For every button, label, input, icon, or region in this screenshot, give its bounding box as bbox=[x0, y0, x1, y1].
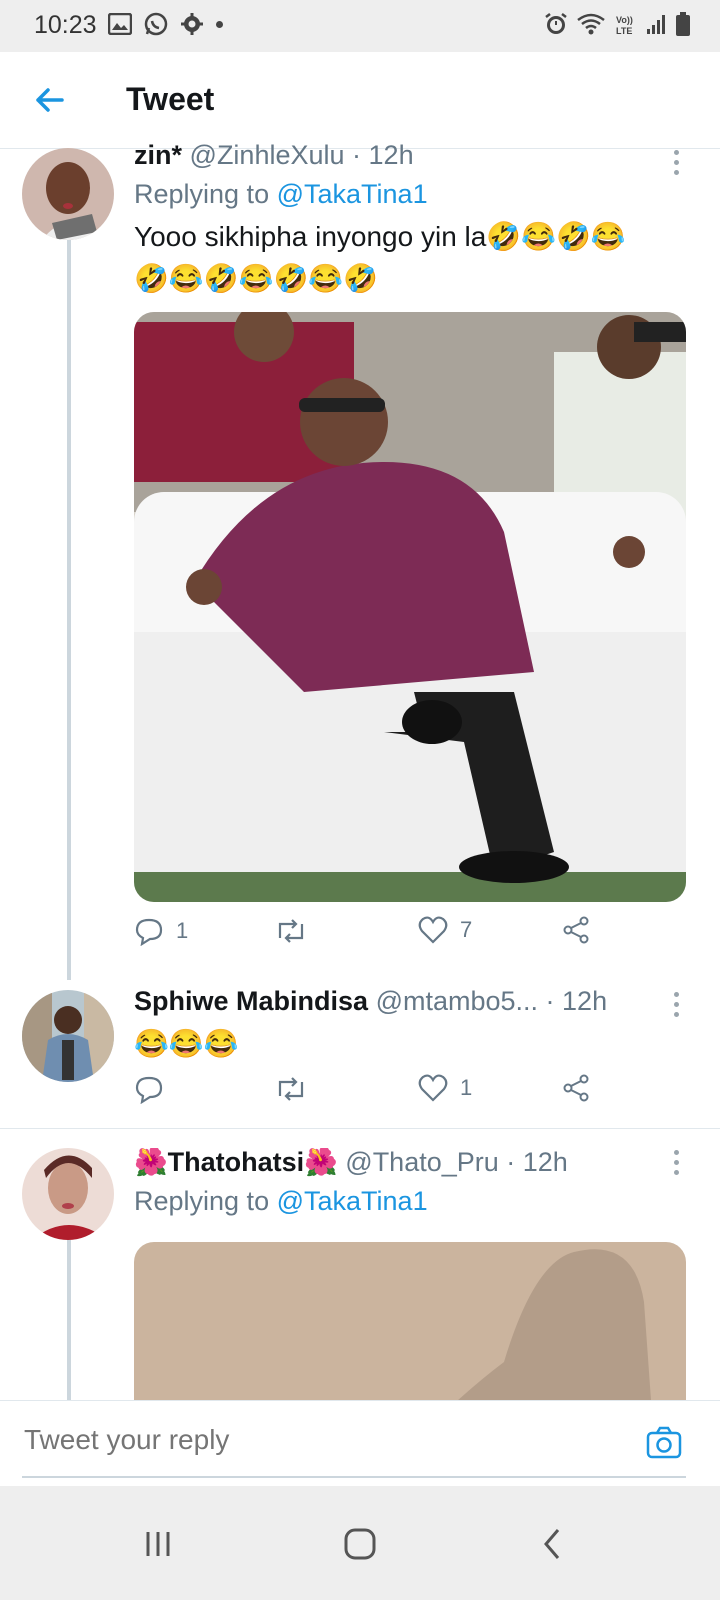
back-arrow-icon[interactable] bbox=[28, 78, 72, 122]
share-icon[interactable] bbox=[562, 916, 590, 944]
tweet-divider bbox=[0, 1128, 720, 1129]
reply-action[interactable] bbox=[134, 1074, 176, 1104]
tweet-text: 😂😂😂 bbox=[134, 1023, 700, 1065]
like-count: 1 bbox=[460, 1075, 473, 1100]
avatar[interactable] bbox=[22, 148, 114, 240]
tweet[interactable]: zin* @ZinhleXulu · 12h Replying to @Taka… bbox=[0, 140, 720, 980]
wifi-icon bbox=[577, 13, 605, 35]
svg-text:Vo)): Vo)) bbox=[616, 15, 633, 25]
tweet[interactable]: Sphiwe Mabindisa @mtambo5... · 12h 😂😂😂 1 bbox=[0, 986, 720, 1125]
gallery-icon bbox=[108, 13, 132, 35]
tweet-time: · 12h bbox=[545, 986, 608, 1016]
user-handle[interactable]: @mtambo5... bbox=[376, 986, 538, 1016]
tweet-time: · 12h bbox=[506, 1148, 568, 1177]
like-action[interactable]: 1 bbox=[418, 1074, 472, 1102]
tweet-actions: 1 bbox=[134, 1074, 654, 1114]
tweet-header: Sphiwe Mabindisa @mtambo5... · 12h bbox=[134, 986, 700, 1017]
recent-apps-icon[interactable] bbox=[136, 1522, 180, 1566]
tweet-text-line: Yooo sikhipha inyongo yin la🤣😂🤣😂 bbox=[134, 221, 626, 252]
tweet[interactable]: 🌺Thatohatsi🌺 @Thato_Pru · 12h Replying t… bbox=[0, 1148, 720, 1400]
home-icon[interactable] bbox=[338, 1522, 382, 1566]
reply-input-underline bbox=[22, 1476, 686, 1478]
system-nav-bar bbox=[0, 1486, 720, 1600]
display-name-text: Thatohatsi bbox=[167, 1148, 305, 1177]
display-name[interactable]: 🌺Thatohatsi🌺 bbox=[134, 1148, 338, 1177]
like-count: 7 bbox=[460, 917, 473, 942]
user-handle[interactable]: @ZinhleXulu bbox=[190, 140, 345, 170]
tweet-time: · 12h bbox=[352, 140, 414, 170]
tweet-text-line: 😂😂😂 bbox=[134, 1028, 239, 1059]
tweet-reply-input[interactable] bbox=[22, 1423, 586, 1457]
whatsapp-icon bbox=[144, 12, 168, 36]
reply-count: 1 bbox=[176, 918, 189, 943]
settings-icon bbox=[181, 13, 203, 35]
reply-icon[interactable] bbox=[134, 1074, 164, 1104]
display-name[interactable]: Sphiwe Mabindisa bbox=[134, 986, 368, 1016]
svg-text:LTE: LTE bbox=[616, 26, 632, 36]
status-bar: 10:23 Vo)) LTE bbox=[0, 0, 720, 52]
page-title: Tweet bbox=[126, 81, 215, 117]
reply-icon[interactable] bbox=[134, 916, 164, 946]
tweet-actions: 1 7 bbox=[134, 916, 654, 956]
thread-line bbox=[67, 240, 71, 980]
like-action[interactable]: 7 bbox=[418, 916, 472, 944]
tweet-text-line: 🤣😂🤣😂🤣😂🤣 bbox=[134, 263, 379, 294]
mention-link[interactable]: @TakaTina1 bbox=[277, 1186, 428, 1216]
reply-action[interactable]: 1 bbox=[134, 916, 188, 946]
retweet-action[interactable] bbox=[274, 916, 320, 946]
heart-icon[interactable] bbox=[418, 916, 448, 944]
tweet-text: Yooo sikhipha inyongo yin la🤣😂🤣😂 🤣😂🤣😂🤣😂🤣 bbox=[134, 216, 700, 300]
retweet-icon[interactable] bbox=[274, 916, 308, 946]
back-nav-icon[interactable] bbox=[530, 1522, 574, 1566]
replying-to-label: Replying to bbox=[134, 179, 270, 209]
camera-icon[interactable] bbox=[646, 1425, 682, 1461]
volte-icon: Vo))LTE bbox=[616, 15, 633, 36]
share-action[interactable] bbox=[562, 1074, 590, 1102]
battery-icon bbox=[676, 12, 690, 36]
heart-icon[interactable] bbox=[418, 1074, 448, 1102]
reply-bar bbox=[0, 1400, 720, 1487]
thread-line bbox=[67, 1240, 71, 1400]
replying-to-label: Replying to bbox=[134, 1186, 270, 1216]
replying-to: Replying to @TakaTina1 bbox=[134, 1186, 700, 1217]
user-handle[interactable]: @Thato_Pru bbox=[345, 1148, 498, 1177]
signal-icon bbox=[647, 15, 665, 34]
flower-emoji: 🌺 bbox=[134, 1148, 168, 1177]
share-icon[interactable] bbox=[562, 1074, 590, 1102]
tweet-header: zin* @ZinhleXulu · 12h bbox=[134, 140, 700, 171]
retweet-action[interactable] bbox=[274, 1074, 320, 1104]
retweet-icon[interactable] bbox=[274, 1074, 308, 1104]
avatar[interactable] bbox=[22, 1148, 114, 1240]
tweet-image[interactable] bbox=[134, 312, 686, 902]
tweet-header: 🌺Thatohatsi🌺 @Thato_Pru · 12h bbox=[134, 1148, 700, 1178]
mention-link[interactable]: @TakaTina1 bbox=[277, 179, 428, 209]
display-name[interactable]: zin* bbox=[134, 140, 182, 170]
app-header: Tweet bbox=[0, 52, 720, 149]
status-time: 10:23 bbox=[34, 11, 97, 39]
replying-to: Replying to @TakaTina1 bbox=[134, 179, 700, 210]
tweet-image[interactable] bbox=[134, 1242, 686, 1400]
avatar[interactable] bbox=[22, 990, 114, 1082]
flower-emoji: 🌺 bbox=[304, 1148, 338, 1177]
share-action[interactable] bbox=[562, 916, 590, 944]
alarm-icon bbox=[545, 13, 567, 34]
notification-dot bbox=[216, 20, 223, 28]
